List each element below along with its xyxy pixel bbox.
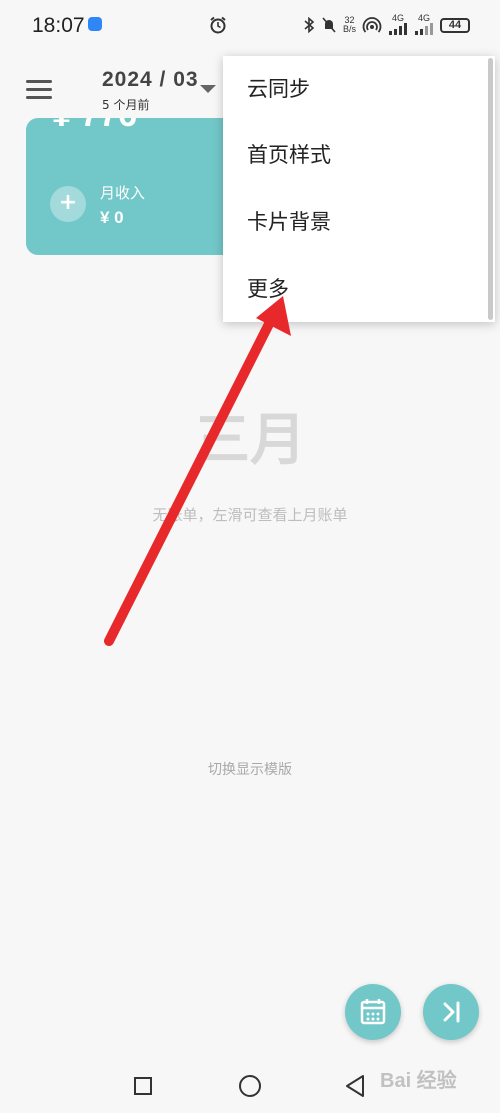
alarm-icon: [210, 16, 226, 34]
menu-item-cloud-sync[interactable]: 云同步: [223, 56, 495, 122]
menu-item-card-background[interactable]: 卡片背景: [223, 189, 495, 255]
mute-icon: [322, 17, 336, 33]
menu-item-more[interactable]: 更多: [223, 256, 495, 322]
battery-icon: 44: [440, 17, 470, 33]
app-screen: 18:07 32 B/s 4G 4G 44 2024 / 03 5 个月前 + …: [0, 0, 500, 1113]
empty-hint: 无账单，左滑可查看上月账单: [152, 506, 348, 524]
cloud-app-icon: [88, 17, 102, 31]
menu-scrollbar[interactable]: [488, 58, 493, 320]
period-title[interactable]: 2024 / 03: [102, 68, 199, 92]
signal-bars-icon: [389, 22, 407, 35]
period-relative: 5 个月前: [102, 98, 150, 112]
signal-1-label: 4G: [391, 12, 404, 23]
menu-icon[interactable]: [26, 80, 52, 100]
net-speed: 32 B/s: [343, 16, 356, 34]
status-time: 18:07: [32, 14, 85, 37]
calendar-icon: [360, 999, 386, 1025]
status-icons: 32 B/s 4G 4G 44: [303, 12, 470, 38]
chevron-down-icon[interactable]: [200, 85, 216, 93]
empty-month-title: 三月: [194, 408, 306, 473]
month-expense-amount: ¥ 776: [52, 118, 137, 135]
switch-template-link[interactable]: 切换显示模版: [0, 759, 500, 779]
income-label: 月收入: [100, 184, 146, 202]
net-speed-unit: B/s: [342, 24, 356, 34]
watermark-logo: Bai 经验: [380, 1070, 457, 1092]
menu-item-home-style[interactable]: 首页样式: [223, 122, 495, 188]
home-button[interactable]: [239, 1075, 261, 1097]
income-value: ¥ 0: [100, 208, 124, 227]
plus-icon: +: [50, 186, 86, 222]
skip-next-button[interactable]: [423, 984, 479, 1040]
back-button[interactable]: [344, 1074, 366, 1098]
recents-button[interactable]: [134, 1077, 152, 1095]
bluetooth-icon: [304, 16, 315, 34]
signal-2-label: 4G: [417, 12, 430, 23]
hotspot-icon: [362, 17, 382, 33]
signal-bars-icon: [415, 22, 433, 35]
overflow-menu: 云同步 首页样式 卡片背景 更多: [223, 56, 495, 322]
skip-next-icon: [443, 1001, 460, 1023]
signal-1: 4G: [388, 12, 408, 37]
signal-2: 4G: [414, 12, 434, 37]
calendar-button[interactable]: [345, 984, 401, 1040]
status-bar: 18:07 32 B/s 4G 4G 44: [0, 0, 500, 52]
